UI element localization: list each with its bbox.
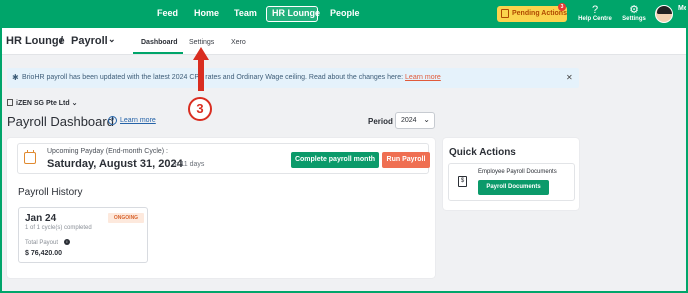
tab-xero[interactable]: Xero [231,39,246,46]
tab-settings[interactable]: Settings [189,39,214,46]
payroll-history-card[interactable]: Jan 24 ONGOING 1 of 1 cycle(s) completed… [18,207,148,263]
chevron-down-icon: ⌄ [71,100,78,107]
payroll-history-title: Payroll History [18,187,83,198]
question-icon[interactable]: ? [108,116,117,125]
breadcrumb-root[interactable]: HR Lounge [6,35,65,47]
banner-text: BrioHR payroll has been updated with the… [22,74,404,81]
close-icon[interactable]: ✕ [566,73,573,82]
nav-home[interactable]: Home [194,8,219,18]
company-selector[interactable]: iZEN SG Pte Ltd ⌄ [7,99,78,107]
period-label: Period [368,117,393,126]
annotation-arrow [193,47,209,91]
nav-team[interactable]: Team [234,8,257,18]
chevron-down-icon: ⌄ [423,115,430,124]
banner-learn-more-link[interactable]: Learn more [405,74,441,81]
quick-action-item: $ Employee Payroll Documents Payroll Doc… [448,163,575,201]
payday-label: Upcoming Payday (End-month Cycle) : [47,148,168,155]
total-payout-amount: $ 76,420.00 [25,250,62,257]
active-tab-indicator [133,52,183,54]
run-payroll-button[interactable]: Run Payroll [382,152,430,168]
payday-date: Saturday, August 31, 2024 [47,158,183,170]
me-label[interactable]: Me [678,5,686,12]
page-title: Payroll Dashboard [7,114,114,129]
nav-hr-lounge[interactable]: HR Lounge [272,8,320,18]
document-icon: $ [458,176,467,187]
settings-button[interactable]: ⚙ Settings [620,4,648,22]
pending-actions-label: Pending Actions [512,10,567,17]
period-value: 2024 [401,117,417,124]
clipboard-icon [501,9,509,18]
avatar[interactable] [655,5,673,23]
step-number-badge: 3 [188,97,212,121]
upcoming-payday: Upcoming Payday (End-month Cycle) : Satu… [17,143,430,174]
company-name: iZEN SG Pte Ltd [16,100,70,107]
period-select[interactable]: 2024 ⌄ [395,112,435,129]
calendar-icon [24,150,36,164]
info-icon[interactable]: i [64,239,70,245]
sub-header: HR Lounge / Payroll ⌄ Dashboard Settings… [2,28,686,55]
lightbulb-icon: ✱ [12,73,19,82]
learn-more-link[interactable]: Learn more [120,117,156,124]
pending-count-badge: 3 [558,3,566,11]
complete-payroll-month-button[interactable]: Complete payroll month [291,152,379,168]
history-month: Jan 24 [25,213,57,224]
payroll-documents-button[interactable]: Payroll Documents [478,180,549,195]
payday-countdown: in 11 days [173,161,205,168]
quick-action-label: Employee Payroll Documents [478,169,557,175]
help-centre-button[interactable]: ? Help Centre [578,4,612,22]
quick-actions-panel: Quick Actions $ Employee Payroll Documen… [443,138,579,210]
tab-dashboard[interactable]: Dashboard [141,39,178,46]
breadcrumb-current: Payroll [71,35,108,47]
nav-people[interactable]: People [330,8,360,18]
total-payout-label: Total Payout [25,240,59,246]
info-banner: ✱ BrioHR payroll has been updated with t… [7,68,579,88]
payroll-card: Upcoming Payday (End-month Cycle) : Satu… [7,138,435,278]
quick-actions-title: Quick Actions [449,147,516,158]
building-icon [7,99,13,106]
help-centre-label: Help Centre [578,16,612,22]
breadcrumb-separator: / [60,35,64,47]
help-icon: ? [591,4,599,16]
settings-label: Settings [622,16,646,22]
chevron-down-icon[interactable]: ⌄ [108,34,116,45]
top-nav: Feed Home Team HR Lounge People Pending … [2,0,686,28]
gear-icon: ⚙ [629,4,639,16]
app-frame: Feed Home Team HR Lounge People Pending … [2,0,686,291]
status-badge: ONGOING [108,213,144,223]
nav-feed[interactable]: Feed [157,8,178,18]
cycles-completed: 1 of 1 cycle(s) completed [25,225,92,231]
pending-actions-button[interactable]: Pending Actions 3 [497,3,567,22]
